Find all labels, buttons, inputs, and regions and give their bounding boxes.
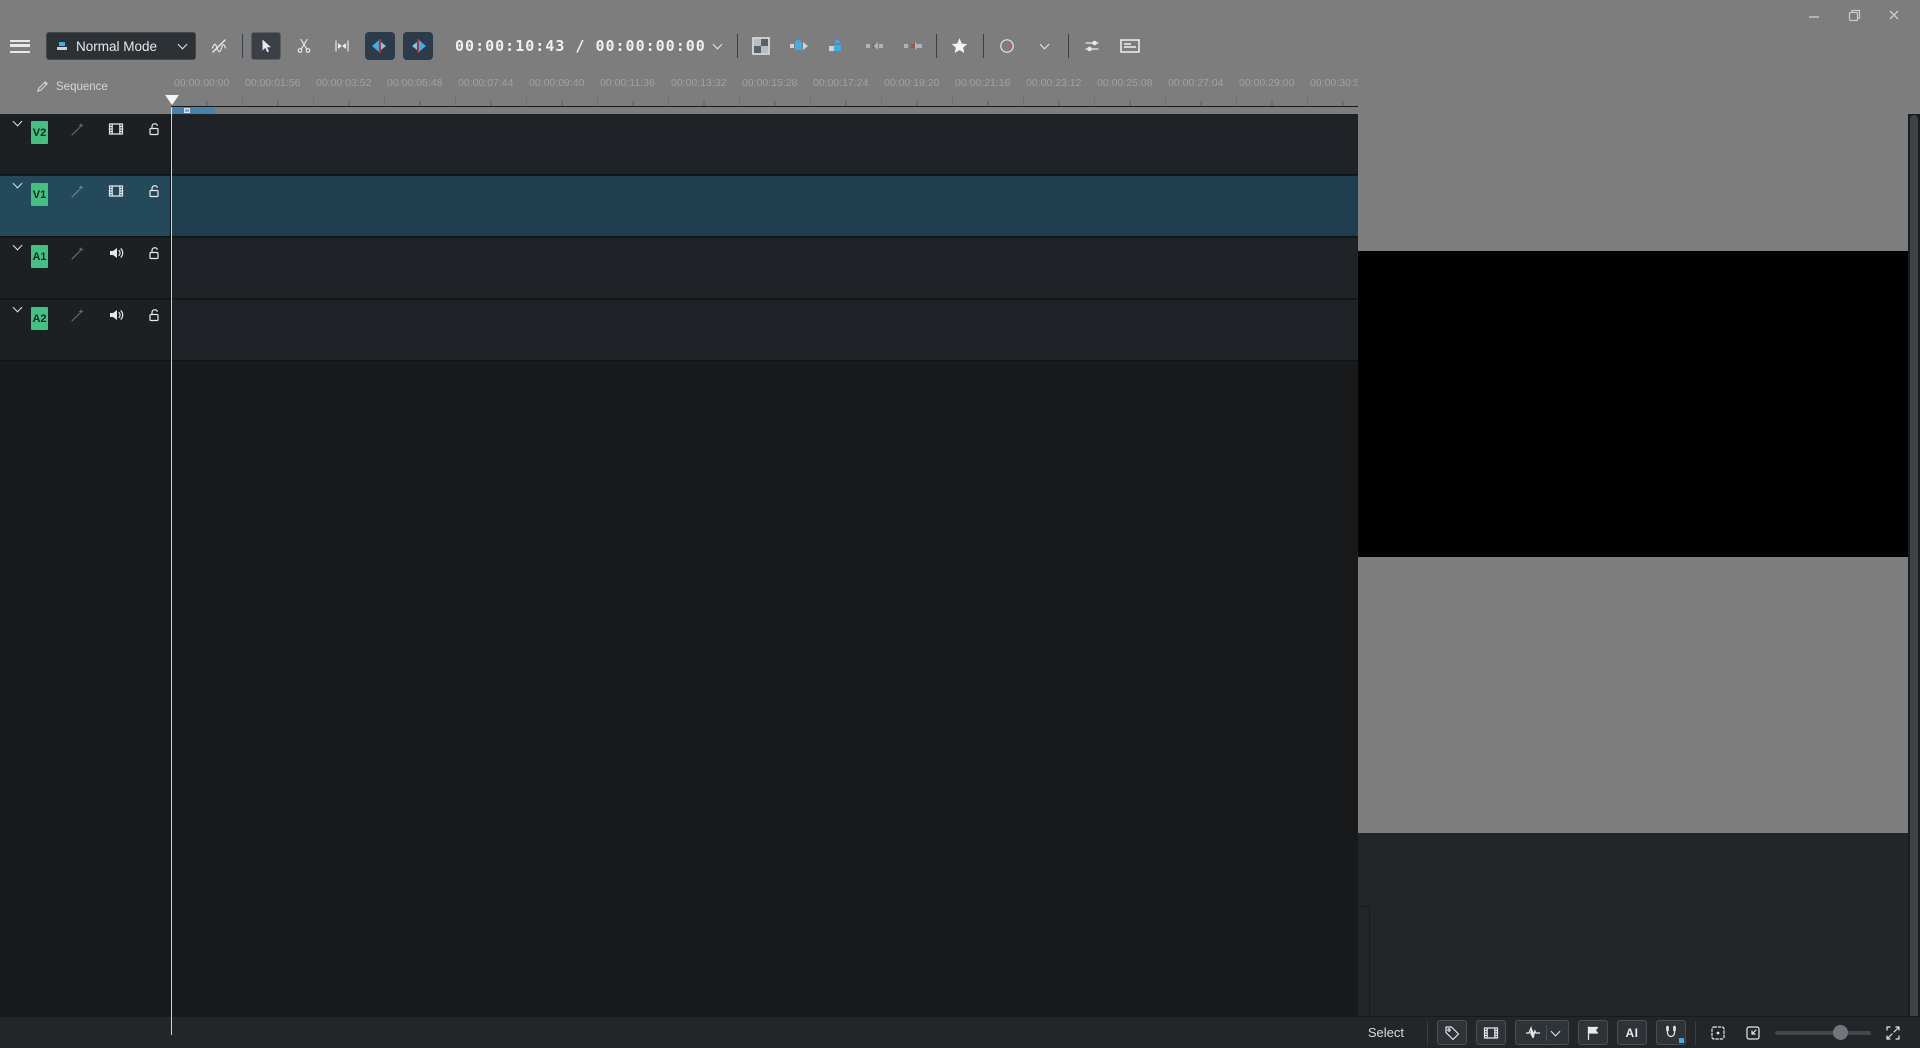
snap-active-indicator xyxy=(1679,1038,1684,1043)
audio-thumbnails-chevron[interactable] xyxy=(1551,1026,1561,1036)
tool-mode-label: Select xyxy=(1368,1025,1404,1040)
video-thumbnails-toggle-button[interactable] xyxy=(1476,1020,1506,1045)
playhead-line xyxy=(171,906,172,1035)
zoom-fullscreen-button[interactable] xyxy=(1880,1021,1906,1045)
snap-toggle-button[interactable] xyxy=(1656,1020,1686,1045)
fit-zoom-button[interactable] xyxy=(1705,1021,1731,1045)
minimize-button[interactable] xyxy=(1806,7,1822,23)
maximize-button[interactable] xyxy=(1846,7,1862,23)
statusbar: Select AI xyxy=(0,1016,1920,1048)
zoom-out-button[interactable] xyxy=(1740,1021,1766,1045)
audio-thumbnails-toggle-button[interactable] xyxy=(1515,1020,1569,1045)
timeline-zoom-slider[interactable] xyxy=(1775,1031,1871,1035)
kdenlive-window: ▲ Untitled / HD 1080p 60 fps — Kdenlive … xyxy=(0,0,1920,1048)
zoom-slider-handle[interactable] xyxy=(1833,1025,1848,1040)
markers-toggle-button[interactable] xyxy=(1578,1020,1608,1045)
tags-toggle-button[interactable] xyxy=(1437,1020,1467,1045)
close-button[interactable] xyxy=(1886,7,1902,23)
subtitles-toggle-button[interactable]: AI xyxy=(1617,1020,1647,1045)
